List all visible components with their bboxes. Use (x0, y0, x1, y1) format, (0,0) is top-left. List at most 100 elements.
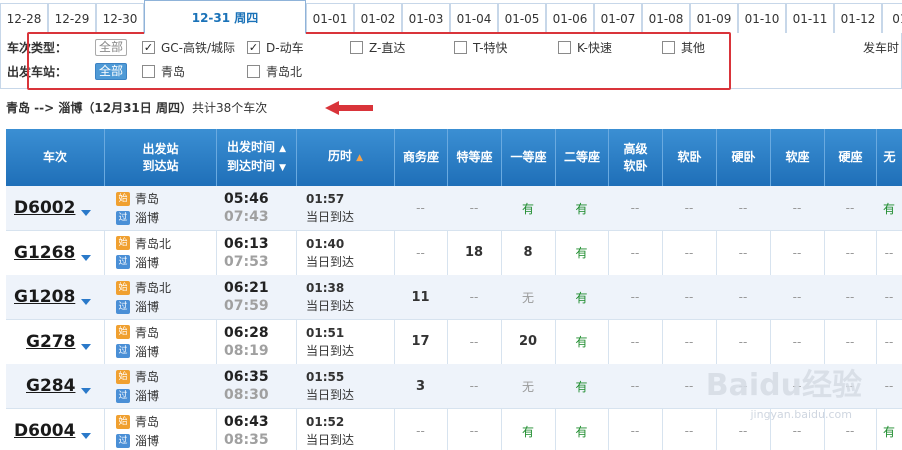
from-station-name[interactable]: 青岛 (135, 190, 159, 207)
chevron-down-icon[interactable] (81, 343, 92, 350)
to-station: 过淄博 (116, 432, 159, 449)
train-number-link[interactable]: G284 (26, 376, 75, 396)
train-type-all-button[interactable]: 全部 (95, 39, 128, 56)
to-station-name[interactable]: 淄博 (135, 387, 159, 404)
date-tab[interactable]: 01-08 (642, 3, 690, 33)
station-label-item[interactable]: 青岛 (161, 62, 185, 82)
table-row[interactable]: G1268 始青岛北过淄博 06:13 07:53 01:40 当日到达 -- 18 8 有 -- -… (6, 231, 902, 276)
date-tab[interactable]: 01- (882, 3, 902, 33)
duration-cell: 01:40 当日到达 (302, 231, 394, 275)
sort-up-icon[interactable]: ▲ (279, 144, 286, 154)
from-station-name[interactable]: 青岛北 (135, 279, 171, 296)
seat-cell: -- (469, 424, 479, 438)
sort-asc-icon[interactable]: ▲ (356, 153, 363, 163)
train-type-checkbox[interactable]: ✓ (247, 41, 260, 54)
train-type-label-item[interactable]: T-特快 (473, 38, 508, 58)
train-number-link[interactable]: D6002 (14, 198, 75, 218)
start-station-icon: 始 (116, 325, 130, 340)
from-station-name[interactable]: 青岛 (135, 368, 159, 385)
train-number-link[interactable]: D6004 (14, 421, 75, 441)
header-times[interactable]: 出发时间 ▲ 到达时间 ▼ (216, 129, 296, 186)
date-tab[interactable]: 12-30 (96, 3, 144, 33)
chevron-down-icon[interactable] (81, 388, 92, 395)
chevron-down-icon[interactable] (81, 433, 92, 439)
seat-cell[interactable]: 有 (555, 364, 608, 408)
seat-cell[interactable]: 11 (394, 275, 447, 319)
count-text: 共计38个车次 (191, 101, 268, 115)
from-station-name[interactable]: 青岛 (135, 324, 159, 341)
date-tab[interactable]: 01-04 (450, 3, 498, 33)
train-type-checkbox[interactable] (558, 41, 571, 54)
seat-cell[interactable]: 有 (501, 186, 555, 230)
train-type-checkbox[interactable] (662, 41, 675, 54)
train-type-checkbox[interactable]: ✓ (142, 41, 155, 54)
table-row[interactable]: G278 始青岛过淄博 06:28 08:19 01:51 当日到达 17 -- 20 有 -- --… (6, 320, 902, 365)
chevron-down-icon[interactable] (81, 210, 92, 216)
train-type-label-item[interactable]: Z-直达 (369, 38, 405, 58)
seat-cell[interactable]: 有 (555, 231, 608, 275)
station-checkbox[interactable] (142, 65, 155, 78)
pass-station-icon: 过 (116, 388, 130, 403)
station-label-item[interactable]: 青岛北 (266, 62, 302, 82)
departure-time: 06:43 (224, 414, 269, 430)
to-station-name[interactable]: 淄博 (135, 209, 159, 226)
date-tab[interactable]: 12-31 周四 (144, 0, 306, 34)
station-all-button[interactable]: 全部 (95, 63, 128, 80)
date-tab[interactable]: 01-03 (402, 3, 450, 33)
sort-down-icon[interactable]: ▼ (279, 163, 286, 173)
station-checkbox[interactable] (247, 65, 260, 78)
seat-cell: -- (845, 245, 855, 260)
date-tab[interactable]: 01-10 (738, 3, 786, 33)
times-cell: 06:21 07:59 (216, 275, 296, 319)
train-type-label-item[interactable]: GC-高铁/城际 (161, 38, 235, 58)
seat-cell[interactable]: 17 (394, 320, 447, 364)
train-number-link[interactable]: G278 (26, 332, 75, 352)
date-tab[interactable]: 01-09 (690, 3, 738, 33)
date-tab[interactable]: 12-28 (0, 3, 48, 33)
train-type-label-item[interactable]: K-快速 (577, 38, 612, 58)
seat-cell[interactable]: 有 (555, 275, 608, 319)
seat-cell[interactable]: 有 (555, 186, 608, 230)
date-tab[interactable]: 01-11 (786, 3, 834, 33)
date-tab[interactable]: 01-05 (498, 3, 546, 33)
seat-cell[interactable]: 20 (501, 320, 555, 364)
train-number-link[interactable]: G1268 (14, 243, 75, 263)
date-tab[interactable]: 01-01 (306, 3, 354, 33)
header-train[interactable]: 车次 (6, 129, 104, 186)
train-type-label-item[interactable]: D-动车 (266, 38, 304, 58)
seat-cell[interactable]: 有 (501, 409, 555, 450)
chevron-down-icon[interactable] (81, 254, 92, 261)
seat-cell[interactable]: 有 (876, 186, 902, 230)
duration-cell: 01:55 当日到达 (302, 364, 394, 408)
train-number-link[interactable]: G1208 (14, 287, 75, 307)
seat-cell[interactable]: 18 (447, 231, 501, 275)
seat-cell[interactable]: 有 (555, 409, 608, 450)
to-station-name[interactable]: 淄博 (135, 343, 159, 360)
to-station-name[interactable]: 淄博 (135, 254, 159, 271)
date-tab[interactable]: 01-02 (354, 3, 402, 33)
train-type-label-item[interactable]: 其他 (681, 38, 705, 58)
table-row[interactable]: G1208 始青岛北过淄博 06:21 07:59 01:38 当日到达 11 -- 无有 -- -… (6, 275, 902, 321)
seat-cell[interactable]: 有 (876, 409, 902, 450)
seat-cell: -- (738, 201, 748, 215)
seat-cell[interactable]: 3 (394, 364, 447, 408)
date-tab[interactable]: 12-29 (48, 3, 96, 33)
arrival-note: 当日到达 (306, 210, 355, 224)
train-type-checkbox[interactable] (454, 41, 467, 54)
date-tab[interactable]: 01-07 (594, 3, 642, 33)
date-tab[interactable]: 01-12 (834, 3, 882, 33)
from-station-name[interactable]: 青岛 (135, 413, 159, 430)
arrival-time: 07:53 (224, 253, 269, 270)
to-station-name[interactable]: 淄博 (135, 432, 159, 449)
chevron-down-icon[interactable] (81, 299, 92, 306)
from-station-name[interactable]: 青岛北 (135, 235, 171, 252)
red-arrow-icon (325, 101, 373, 115)
seat-cell[interactable]: 有 (555, 320, 608, 364)
seat-cell[interactable]: 8 (501, 231, 555, 275)
header-duration[interactable]: 历时 ▲ (296, 129, 394, 186)
to-station-name[interactable]: 淄博 (135, 298, 159, 315)
train-type-checkbox[interactable] (350, 41, 363, 54)
table-row[interactable]: D6002 始青岛过淄博 05:46 07:43 01:57 当日到达 -- -- 有有 -- --… (6, 186, 902, 231)
date-tab[interactable]: 01-06 (546, 3, 594, 33)
from-station: 始青岛 (116, 190, 159, 207)
